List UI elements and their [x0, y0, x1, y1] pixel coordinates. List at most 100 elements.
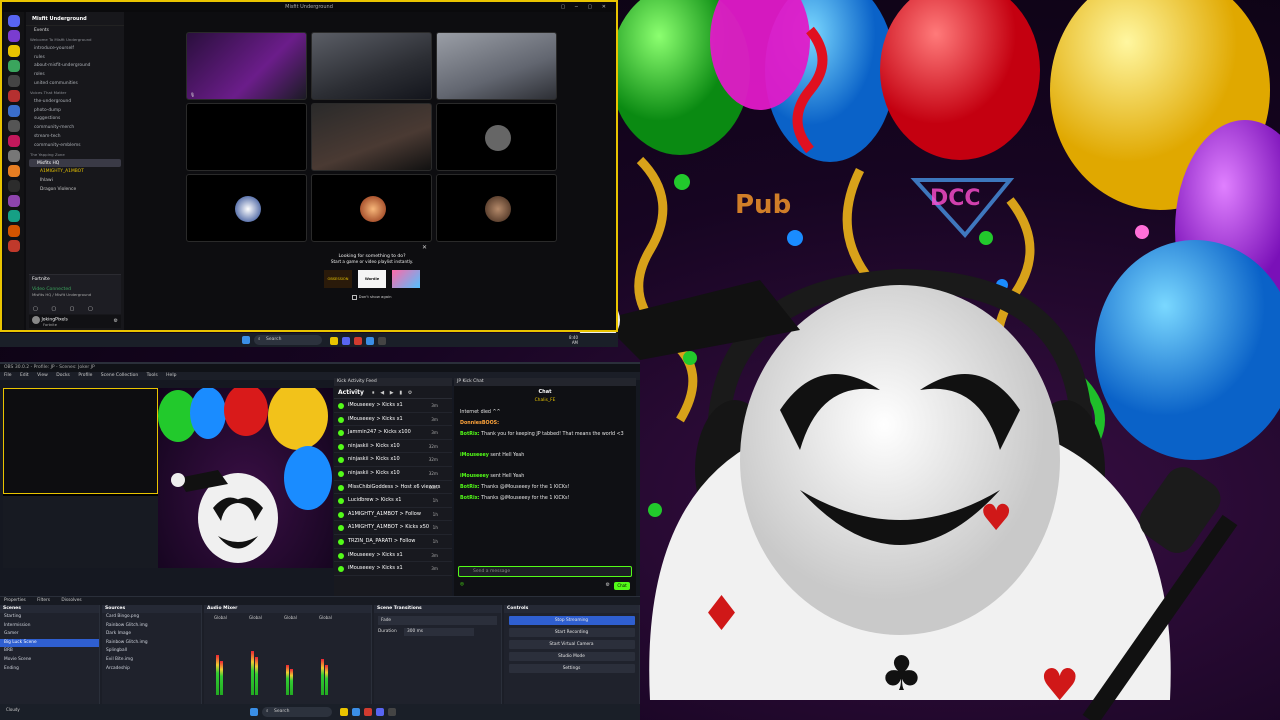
menu-scene-collection[interactable]: Scene Collection — [101, 373, 138, 378]
scene-item[interactable]: Gamer — [0, 630, 99, 639]
scene-item[interactable]: Ending — [0, 665, 99, 674]
chat-message[interactable]: iMouseeey sent Hell Yeah — [454, 450, 636, 461]
game-activity[interactable]: Fortnite — [32, 277, 118, 282]
studio-mode-button[interactable]: Studio Mode — [508, 652, 635, 661]
feed-row[interactable]: MissChibiGoddess > Host x6 viewers 48m — [334, 481, 452, 495]
scene-item[interactable]: Big Luck Scene — [0, 638, 99, 648]
tab-properties[interactable]: Properties — [4, 598, 26, 603]
server-icon[interactable] — [8, 150, 20, 162]
scene-item[interactable]: Intermission — [0, 622, 99, 631]
server-icon[interactable] — [8, 195, 20, 207]
chat-message[interactable]: DonniesBOOS: — [454, 418, 636, 429]
server-icon[interactable] — [8, 90, 20, 102]
obs-app-icon[interactable] — [378, 337, 386, 345]
menu-tools[interactable]: Tools — [147, 373, 158, 378]
server-name[interactable]: Misfit Underground — [26, 12, 124, 26]
text-channel[interactable]: photo-dump — [26, 106, 124, 115]
channel-category[interactable]: The Yapping Zone — [26, 150, 124, 159]
scene-item[interactable]: Starting — [0, 613, 99, 622]
feed-row[interactable]: A1MIGHTY_A1MBOT > Follow 1h — [334, 508, 452, 522]
server-icon[interactable] — [8, 60, 20, 72]
chat-username[interactable]: iMouseeey — [460, 453, 489, 458]
server-icon[interactable] — [8, 240, 20, 252]
video-tile[interactable]: 🎙 — [186, 32, 307, 100]
activity-game[interactable]: Wordle — [358, 270, 386, 288]
close-icon[interactable]: ✕ — [422, 244, 427, 251]
discord-app-icon[interactable] — [376, 708, 384, 716]
feed-row[interactable]: iMouseeey > Kicks x1 3m — [334, 562, 452, 576]
feed-row[interactable]: Jammin247 > Kicks x100 3m — [334, 426, 452, 440]
transition-select[interactable]: Fade — [378, 616, 497, 625]
chat-message[interactable]: iMouseeey sent Hell Yeah — [454, 471, 636, 482]
server-icon[interactable] — [8, 30, 20, 42]
menu-edit[interactable]: Edit — [20, 373, 29, 378]
server-icon[interactable] — [8, 45, 20, 57]
text-channel[interactable]: about-misfit-underground — [26, 61, 124, 70]
dont-show-checkbox[interactable] — [352, 294, 358, 300]
weather-widget[interactable]: Cloudy — [6, 707, 20, 712]
feed-row[interactable]: A1MIGHTY_A1MBOT > Kicks x50 1h — [334, 521, 452, 535]
server-icon[interactable] — [8, 180, 20, 192]
feed-row[interactable]: iMouseeey > Kicks x1 3m — [334, 399, 452, 413]
window-controls[interactable]: ▢ ─ ▢ ✕ — [561, 2, 610, 12]
menu-profile[interactable]: Profile — [78, 373, 92, 378]
source-item[interactable]: Rainbow Glitch.img — [102, 639, 201, 648]
start-recording-button[interactable]: Start Recording — [508, 628, 635, 637]
text-channel[interactable]: united communities — [26, 79, 124, 88]
chat-username[interactable]: iMouseeey — [460, 474, 489, 479]
gear-icon[interactable]: ⚙ — [606, 582, 610, 588]
text-channel[interactable]: community-emblems — [26, 141, 124, 150]
video-tile[interactable] — [436, 32, 557, 100]
chat-message[interactable]: BotRix: Thanks @iMouseeey for the 1 KICK… — [454, 493, 636, 504]
tab-dissolves[interactable]: Dissolves — [61, 598, 81, 603]
text-channel[interactable]: suggestions — [26, 114, 124, 123]
video-tile[interactable] — [186, 103, 307, 171]
chat-send-button[interactable]: Chat — [614, 582, 630, 590]
video-tile[interactable] — [311, 32, 432, 100]
video-tile[interactable] — [311, 174, 432, 242]
chat-username[interactable]: Internet died ^^ — [460, 410, 501, 415]
feed-row[interactable]: iMouseeey > Kicks x1 3m — [334, 549, 452, 563]
discord-app-icon[interactable] — [342, 337, 350, 345]
text-channel[interactable]: roles — [26, 70, 124, 79]
activity-game[interactable]: OBSESSION — [324, 270, 352, 288]
duration-input[interactable]: 300 ms — [404, 628, 475, 636]
app-icon[interactable] — [354, 337, 362, 345]
activity-game[interactable] — [392, 270, 420, 288]
stop-streaming-button[interactable]: Stop Streaming — [508, 616, 635, 625]
video-tile[interactable] — [186, 174, 307, 242]
text-channel[interactable]: introduce-yourself — [26, 44, 124, 53]
text-channel[interactable]: rules — [26, 53, 124, 62]
avatar[interactable] — [32, 316, 40, 324]
windows-start-icon[interactable] — [250, 708, 258, 716]
dont-show-again[interactable]: Don't show again — [302, 294, 442, 300]
file-explorer-icon[interactable] — [340, 708, 348, 716]
channel-category[interactable]: Voices That Matter — [26, 88, 124, 97]
chat-username[interactable]: BotRix: — [460, 485, 480, 490]
app-icon[interactable] — [364, 708, 372, 716]
chat-message[interactable]: Internet died ^^ — [454, 407, 636, 418]
obs-app-icon[interactable] — [388, 708, 396, 716]
file-explorer-icon[interactable] — [330, 337, 338, 345]
menu-view[interactable]: View — [37, 373, 48, 378]
channel-category[interactable]: Welcome To Misfit Underground — [26, 35, 124, 44]
chat-username[interactable]: BotRix: — [460, 496, 480, 501]
feed-row[interactable]: iMouseeey > Kicks x1 3m — [334, 413, 452, 427]
source-item[interactable]: Arcadeship — [102, 665, 201, 674]
chat-username[interactable]: DonniesBOOS: — [460, 421, 499, 426]
taskbar-clock[interactable]: 8:40 AM — [569, 335, 578, 345]
video-tile[interactable] — [311, 103, 432, 171]
text-channel[interactable]: community-merch — [26, 123, 124, 132]
server-icon[interactable] — [8, 210, 20, 222]
discord-home-icon[interactable] — [8, 15, 20, 27]
source-item[interactable]: Dark Image — [102, 630, 201, 639]
chat-username[interactable]: BotRix: — [460, 432, 480, 437]
feed-controls[interactable]: ⏸ ◀ ▶ ▮ ⚙ — [372, 390, 414, 396]
scene-item[interactable]: BRB — [0, 647, 99, 656]
chat-input[interactable]: Send a message — [458, 566, 632, 577]
taskbar-search[interactable]: ⌕ Search — [262, 707, 332, 717]
source-item[interactable]: Evil Bite.img — [102, 656, 201, 665]
feed-row[interactable]: ninjaskii > Kicks x10 32m — [334, 467, 452, 481]
server-icon[interactable] — [8, 75, 20, 87]
chat-message[interactable]: BotRix: Thanks @iMouseeey for the 1 KICK… — [454, 482, 636, 493]
